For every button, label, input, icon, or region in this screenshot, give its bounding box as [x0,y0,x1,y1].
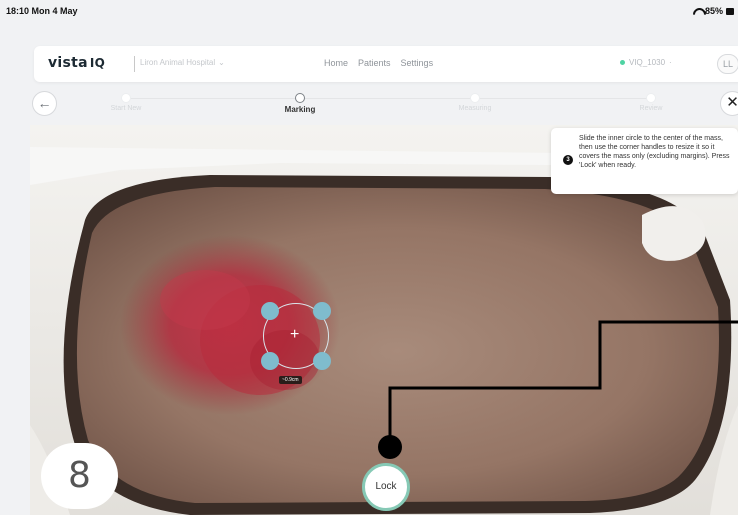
menu-settings[interactable]: Settings [401,58,434,68]
step-label: Marking [284,105,316,114]
device-id: VIQ_1030 [629,58,666,67]
step-dot [122,94,130,102]
step-dot-active [295,93,305,103]
wifi-icon [693,8,702,15]
instruction-tooltip: 3 Slide the inner circle to the center o… [551,128,738,194]
device-online-dot [620,60,625,65]
step-label: Measuring [458,105,492,112]
logo-wordmark: vista [48,55,88,71]
device-separator: · [669,58,672,67]
logo-iq: IQ [89,56,106,70]
battery-percent: 85% [704,6,723,16]
tutorial-step-badge: 8 [41,443,118,509]
instruction-number: 3 [563,155,573,165]
resize-handle-bottom-right[interactable] [313,352,331,370]
status-time: 18:10 Mon 4 May [6,6,78,16]
close-icon: ✕ [726,94,738,111]
app-logo: vista IQ [48,55,105,71]
center-plus-icon: + [290,326,300,343]
marker-size-label: ~0.9cm [279,376,302,384]
step-marking: Marking [260,93,340,114]
status-bar: 18:10 Mon 4 May 85% [0,0,738,24]
step-measuring: Measuring [435,94,515,112]
step-dot [647,94,655,102]
mass-marker[interactable]: + [261,302,331,370]
resize-handle-top-left[interactable] [261,302,279,320]
logo-divider [134,56,135,72]
clinic-selector[interactable]: Liron Animal Hospital ⌄ [140,58,225,67]
clinic-name: Liron Animal Hospital [140,58,216,67]
step-start-new: Start New [86,94,166,112]
step-review: Review [611,94,691,112]
status-right: 85% [693,6,734,16]
close-button[interactable]: ✕ [720,91,738,116]
battery-icon [726,7,734,15]
back-button[interactable]: ← [32,91,57,116]
top-nav: vista IQ Liron Animal Hospital ⌄ Home Pati… [34,46,738,82]
step-label: Review [639,105,663,112]
main-menu: Home Patients Settings [324,58,433,68]
user-avatar[interactable]: LL [717,54,738,74]
step-dot [471,94,479,102]
resize-handle-top-right[interactable] [313,302,331,320]
chevron-down-icon: ⌄ [218,58,225,67]
lock-button[interactable]: Lock [362,463,410,511]
stepper-track [126,98,651,99]
menu-home[interactable]: Home [324,58,348,68]
resize-handle-bottom-left[interactable] [261,352,279,370]
app-screen: 18:10 Mon 4 May 85% vista IQ Liron Animal… [0,0,738,515]
arrow-left-icon: ← [37,95,52,111]
instruction-text: Slide the inner circle to the center of … [579,135,730,169]
device-status[interactable]: VIQ_1030 · [620,58,672,67]
step-label: Start New [110,105,142,112]
menu-patients[interactable]: Patients [358,58,391,68]
